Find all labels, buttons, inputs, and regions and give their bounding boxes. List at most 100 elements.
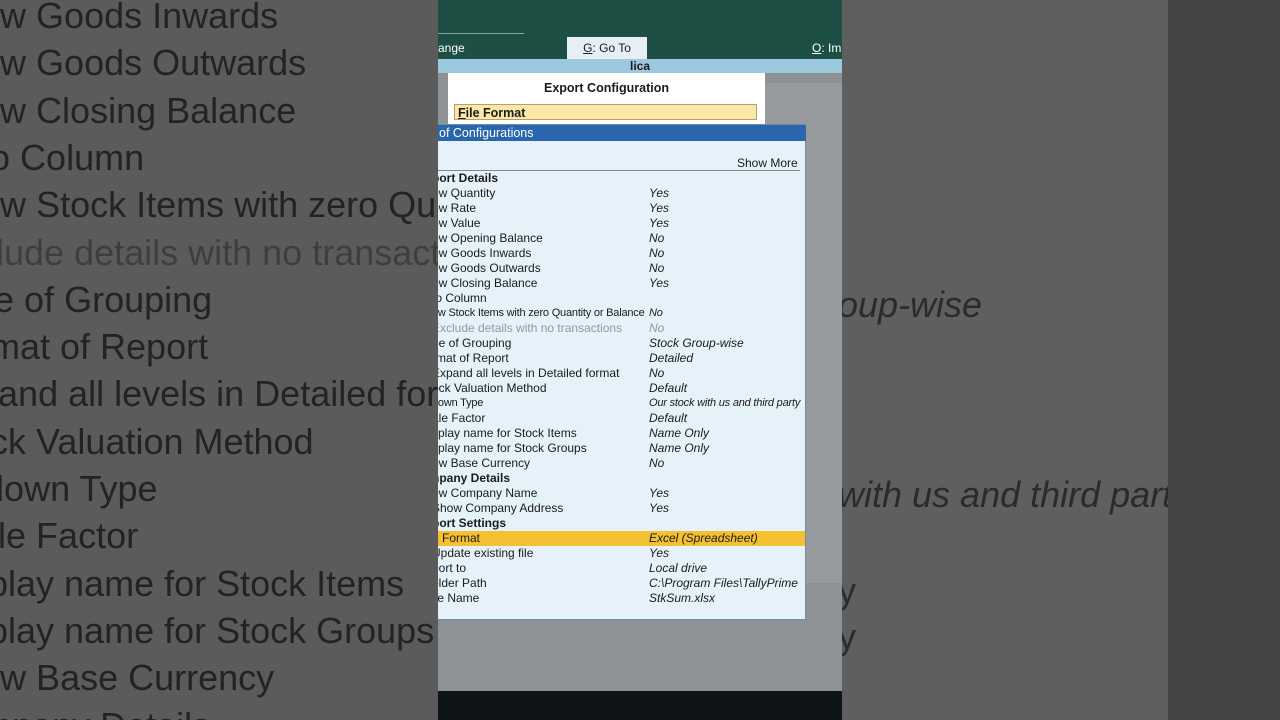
background-right-strip <box>1168 0 1280 720</box>
config-row[interactable]: to Column <box>438 291 805 306</box>
background-fragment-group-wise: oup-wise <box>842 284 983 325</box>
background-text-line: Show Goods Outwards <box>0 42 307 84</box>
section-header-row: npany Details <box>438 471 805 486</box>
config-value: No <box>649 246 665 260</box>
config-row[interactable]: Exclude details with no transactions No <box>438 321 805 336</box>
file-format-hotkey: F <box>458 106 466 120</box>
window-title-strip: lica <box>438 59 842 73</box>
background-text-line: Scale Factor <box>0 515 139 557</box>
config-label: ow Rate <box>438 201 477 215</box>
background-text-line: Exclude details with no transactions <box>0 231 496 273</box>
config-row[interactable]: Show Company Address Yes <box>438 501 805 516</box>
config-row[interactable]: ow Closing Balance Yes <box>438 276 805 291</box>
configuration-list: port Detailsow QuantityYesow RateYesow V… <box>438 171 805 606</box>
file-format-field[interactable]: File Format <box>454 104 757 120</box>
config-label: ow Closing Balance <box>438 276 538 290</box>
background-text-line: Show Stock Items with zero Quantity <box>0 184 496 226</box>
config-value: Detailed <box>649 351 694 365</box>
background-text-line: Display name for Stock Items <box>0 562 405 604</box>
config-value: Excel (Spreadsheet) <box>649 531 758 545</box>
config-label: rmat of Report <box>438 351 509 365</box>
background-text-line: Format of Report <box>0 326 209 368</box>
import-label: : Imp <box>821 41 842 55</box>
file-format-label: ile Format <box>465 106 526 120</box>
import-hotkey: O <box>812 41 822 55</box>
config-label: Expand all levels in Detailed format <box>438 366 620 380</box>
config-row[interactable]: ow Opening Balance No <box>438 231 805 246</box>
config-value: No <box>649 261 665 275</box>
config-value: Yes <box>649 501 670 515</box>
config-label: ock Valuation Method <box>438 381 547 395</box>
config-value: No <box>649 307 663 319</box>
config-row[interactable]: Expand all levels in Detailed format No <box>438 366 805 381</box>
background-fragment-tail-2: y <box>842 616 856 657</box>
config-label: port Details <box>438 171 499 185</box>
config-row[interactable]: splay name for Stock Groups Name Only <box>438 441 805 456</box>
config-label: ow Opening Balance <box>438 231 543 245</box>
show-more-button[interactable]: Show More <box>737 156 798 170</box>
background-left-list: Show Goods Inwards Show Goods Outwards Sho… <box>0 0 496 720</box>
config-row[interactable]: ale Factor Default <box>438 411 805 426</box>
config-label: down Type <box>438 397 484 409</box>
config-label: Exclude details with no transactions <box>438 321 623 335</box>
toolbar-change-button[interactable]: ange <box>438 41 465 55</box>
config-row[interactable]: Update existing file Yes <box>438 546 805 561</box>
config-row[interactable]: ile Name StkSum.xlsx <box>438 591 805 606</box>
config-label: ow Value <box>438 216 481 230</box>
bottom-bar <box>438 691 842 720</box>
config-row[interactable]: pe of Grouping Stock Group-wise <box>438 336 805 351</box>
config-row[interactable]: splay name for Stock Items Name Only <box>438 426 805 441</box>
config-label: e Format <box>438 531 481 545</box>
popup-title: of Configurations <box>438 125 806 141</box>
section-header-row: port Settings <box>438 516 805 531</box>
import-button[interactable]: O: Imp <box>812 41 842 55</box>
config-row[interactable]: ow Base Currency No <box>438 456 805 471</box>
config-row[interactable]: rmat of Report Detailed <box>438 351 805 366</box>
background-text-line: Expand all levels in Detailed format <box>0 373 496 415</box>
config-value: Name Only <box>649 426 710 440</box>
config-label: to Column <box>438 291 487 305</box>
config-value: Stock Group-wise <box>649 336 744 350</box>
config-label: ow Goods Inwards <box>438 246 532 260</box>
config-value: No <box>649 231 665 245</box>
background-text-line: Type of Grouping <box>0 278 213 320</box>
background-text-line: Display name for Stock Groups <box>0 609 435 651</box>
config-row[interactable]: ow Company Name Yes <box>438 486 805 501</box>
config-label: splay name for Stock Items <box>438 426 577 440</box>
export-configuration-title: Export Configuration <box>544 81 669 95</box>
goto-label: : Go To <box>592 41 631 55</box>
config-value: Default <box>649 381 688 395</box>
config-value: Local drive <box>649 561 708 575</box>
config-row[interactable]: ow Quantity Yes <box>438 186 805 201</box>
config-value: Yes <box>649 201 670 215</box>
config-row[interactable]: ow Value Yes <box>438 216 805 231</box>
config-value: Yes <box>649 486 670 500</box>
background-text-line: Show Closing Balance <box>0 89 297 131</box>
config-row[interactable]: ock Valuation Method Default <box>438 381 805 396</box>
config-row[interactable]: ow Stock Items with zero Quantity or Bal… <box>438 306 805 321</box>
config-value: Yes <box>649 186 670 200</box>
config-row[interactable]: ow Goods Outwards No <box>438 261 805 276</box>
config-value: No <box>649 456 665 470</box>
config-row-selected[interactable]: e Format Excel (Spreadsheet) <box>438 531 805 546</box>
config-row[interactable]: port to Local drive <box>438 561 805 576</box>
config-value: No <box>649 366 665 380</box>
config-label: Update existing file <box>438 546 534 560</box>
config-row[interactable]: down Type Our stock with us and third par… <box>438 396 805 411</box>
config-row[interactable]: ow Rate Yes <box>438 201 805 216</box>
config-label: ale Factor <box>438 411 486 425</box>
config-label: ow Stock Items with zero Quantity or Bal… <box>438 307 645 319</box>
config-row[interactable]: older Path C:\Program Files\TallyPrime <box>438 576 805 591</box>
config-label: ow Base Currency <box>438 456 531 470</box>
goto-button[interactable]: G: Go To <box>567 37 647 59</box>
config-label: older Path <box>438 576 487 590</box>
config-row[interactable]: ow Goods Inwards No <box>438 246 805 261</box>
background-text-line: Godown Type <box>0 468 158 509</box>
background-text-line: Show Base Currency <box>0 657 275 699</box>
config-value: StkSum.xlsx <box>649 591 716 605</box>
config-value: Yes <box>649 276 670 290</box>
config-label: ile Name <box>438 591 480 605</box>
config-value: Default <box>649 411 688 425</box>
background-text-line: Stock Valuation Method <box>0 420 314 462</box>
config-value: Yes <box>649 216 670 230</box>
